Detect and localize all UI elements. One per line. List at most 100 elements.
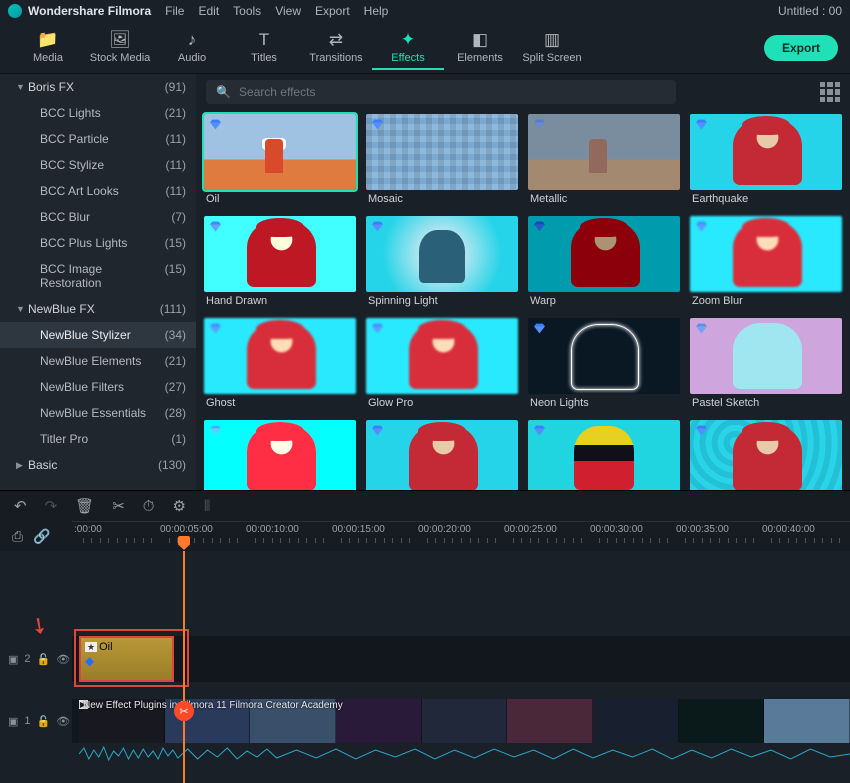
effect-thumb[interactable] (690, 420, 842, 490)
effect-thumb[interactable] (204, 114, 356, 190)
delete-button[interactable]: 🗑 (75, 497, 94, 515)
audio-waveform[interactable] (79, 745, 850, 763)
lock-icon[interactable]: 🔓 (37, 653, 51, 666)
sidebar-group-newblue-fx[interactable]: ▼NewBlue FX(111) (0, 296, 196, 322)
effect-card-pastel-sketch[interactable]: Pastel Sketch (690, 318, 842, 418)
diamond-icon (209, 118, 222, 131)
ruler-tick: 00:00:40:00 (762, 524, 815, 535)
sidebar-item-bcc-image-restoration[interactable]: BCC Image Restoration(15) (0, 256, 196, 296)
sidebar-item-bcc-plus-lights[interactable]: BCC Plus Lights(15) (0, 230, 196, 256)
diamond-icon (371, 118, 384, 131)
effect-card-row4[interactable] (528, 420, 680, 490)
sidebar-item-bcc-blur[interactable]: BCC Blur(7) (0, 204, 196, 230)
tab-icon: 🖼 (84, 30, 156, 50)
marker-button[interactable]: ⎙ (12, 528, 23, 545)
sidebar-item-newblue-stylizer[interactable]: NewBlue Stylizer(34) (0, 322, 196, 348)
tab-titles[interactable]: TTitles (228, 26, 300, 70)
track-head-2[interactable]: ▣ 2 🔓 👁 (0, 636, 72, 682)
effect-card-neon-lights[interactable]: Neon Lights (528, 318, 680, 418)
effect-thumb[interactable] (690, 216, 842, 292)
search-field[interactable]: 🔍 (206, 80, 676, 104)
playhead[interactable]: ✂ (183, 551, 185, 783)
effect-card-oil[interactable]: Oil (204, 114, 356, 214)
app-name: Wondershare Filmora (28, 4, 151, 18)
sidebar-group-boris-fx[interactable]: ▼Boris FX(91) (0, 74, 196, 100)
visibility-icon[interactable]: 👁 (56, 653, 70, 666)
link-button[interactable]: 🔗 (33, 528, 50, 545)
effect-card-earthquake[interactable]: Earthquake (690, 114, 842, 214)
effect-thumb[interactable] (528, 420, 680, 490)
tab-audio[interactable]: ♪Audio (156, 26, 228, 70)
speed-button[interactable]: ⏱ (143, 498, 155, 515)
effect-thumb[interactable] (528, 318, 680, 394)
effect-card-hand-drawn[interactable]: Hand Drawn (204, 216, 356, 316)
effect-label: Pastel Sketch (690, 397, 842, 409)
effect-card-warp[interactable]: Warp (528, 216, 680, 316)
effect-thumb[interactable] (204, 318, 356, 394)
lock-icon[interactable]: 🔓 (37, 715, 51, 728)
adjust-button[interactable]: ⚙ (172, 497, 185, 515)
effect-card-mosaic[interactable]: Mosaic (366, 114, 518, 214)
undo-button[interactable]: ↶ (14, 497, 27, 515)
track-head-1[interactable]: ▣ 1 🔓 👁 (0, 699, 72, 743)
sidebar-item-bcc-particle[interactable]: BCC Particle(11) (0, 126, 196, 152)
menu-edit[interactable]: Edit (198, 4, 219, 18)
effect-thumb[interactable] (366, 216, 518, 292)
split-icon[interactable]: ✂ (174, 701, 194, 721)
sidebar-item-newblue-filters[interactable]: NewBlue Filters(27) (0, 374, 196, 400)
effect-thumb[interactable] (528, 114, 680, 190)
effect-label: Metallic (528, 193, 680, 205)
tab-transitions[interactable]: ⇄Transitions (300, 26, 372, 70)
menu-help[interactable]: Help (364, 4, 389, 18)
effect-thumb[interactable] (366, 114, 518, 190)
effect-card-zoom-blur[interactable]: Zoom Blur (690, 216, 842, 316)
sidebar-item-bcc-art-looks[interactable]: BCC Art Looks(11) (0, 178, 196, 204)
sidebar-item-bcc-lights[interactable]: BCC Lights(21) (0, 100, 196, 126)
effect-card-row4[interactable] (690, 420, 842, 490)
effect-thumb[interactable] (528, 216, 680, 292)
search-input[interactable] (239, 85, 666, 99)
track-toggle-icon[interactable]: ▣ (8, 715, 18, 728)
effect-card-spinning-light[interactable]: Spinning Light (366, 216, 518, 316)
diamond-icon (695, 220, 708, 233)
sidebar-group-basic[interactable]: ▶Basic(130) (0, 452, 196, 478)
effect-thumb[interactable] (366, 420, 518, 490)
tab-stock-media[interactable]: 🖼Stock Media (84, 26, 156, 70)
effects-sidebar[interactable]: ▼Boris FX(91)BCC Lights(21)BCC Particle(… (0, 74, 196, 490)
tab-effects[interactable]: ✦Effects (372, 26, 444, 70)
view-grid-button[interactable] (820, 82, 840, 102)
sidebar-item-bcc-stylize[interactable]: BCC Stylize(11) (0, 152, 196, 178)
sidebar-item-titler-pro[interactable]: Titler Pro(1) (0, 426, 196, 452)
effect-card-ghost[interactable]: Ghost (204, 318, 356, 418)
effect-card-glow-pro[interactable]: Glow Pro (366, 318, 518, 418)
audio-button[interactable]: ⫴ (204, 498, 210, 515)
tab-elements[interactable]: ◧Elements (444, 26, 516, 70)
export-button[interactable]: Export (764, 35, 838, 61)
timeline-tracks[interactable]: ✂ ➘ ▣ 2 🔓 👁 ★Oil ◆ ▣ 1 🔓 (0, 551, 850, 783)
effect-thumb[interactable] (366, 318, 518, 394)
menu-view[interactable]: View (275, 4, 301, 18)
visibility-icon[interactable]: 👁 (56, 715, 70, 728)
effect-card-row4[interactable] (366, 420, 518, 490)
effect-thumb[interactable] (204, 216, 356, 292)
effect-label: Warp (528, 295, 680, 307)
cut-button[interactable]: ✂ (112, 497, 125, 515)
menu-export[interactable]: Export (315, 4, 350, 18)
sidebar-item-newblue-elements[interactable]: NewBlue Elements(21) (0, 348, 196, 374)
track-toggle-icon[interactable]: ▣ (8, 653, 18, 666)
tab-icon: ▥ (516, 30, 588, 50)
redo-button[interactable]: ↷ (45, 497, 58, 515)
effect-label: Glow Pro (366, 397, 518, 409)
diamond-icon (695, 322, 708, 335)
sidebar-item-newblue-essentials[interactable]: NewBlue Essentials(28) (0, 400, 196, 426)
effect-thumb[interactable] (204, 420, 356, 490)
video-clip[interactable]: ▶ New Effect Plugins in Filmora 11 Filmo… (79, 699, 850, 743)
menu-file[interactable]: File (165, 4, 184, 18)
effect-card-row4[interactable] (204, 420, 356, 490)
menu-tools[interactable]: Tools (233, 4, 261, 18)
effect-thumb[interactable] (690, 114, 842, 190)
effect-card-metallic[interactable]: Metallic (528, 114, 680, 214)
effect-thumb[interactable] (690, 318, 842, 394)
tab-split-screen[interactable]: ▥Split Screen (516, 26, 588, 70)
tab-media[interactable]: 📁Media (12, 26, 84, 70)
